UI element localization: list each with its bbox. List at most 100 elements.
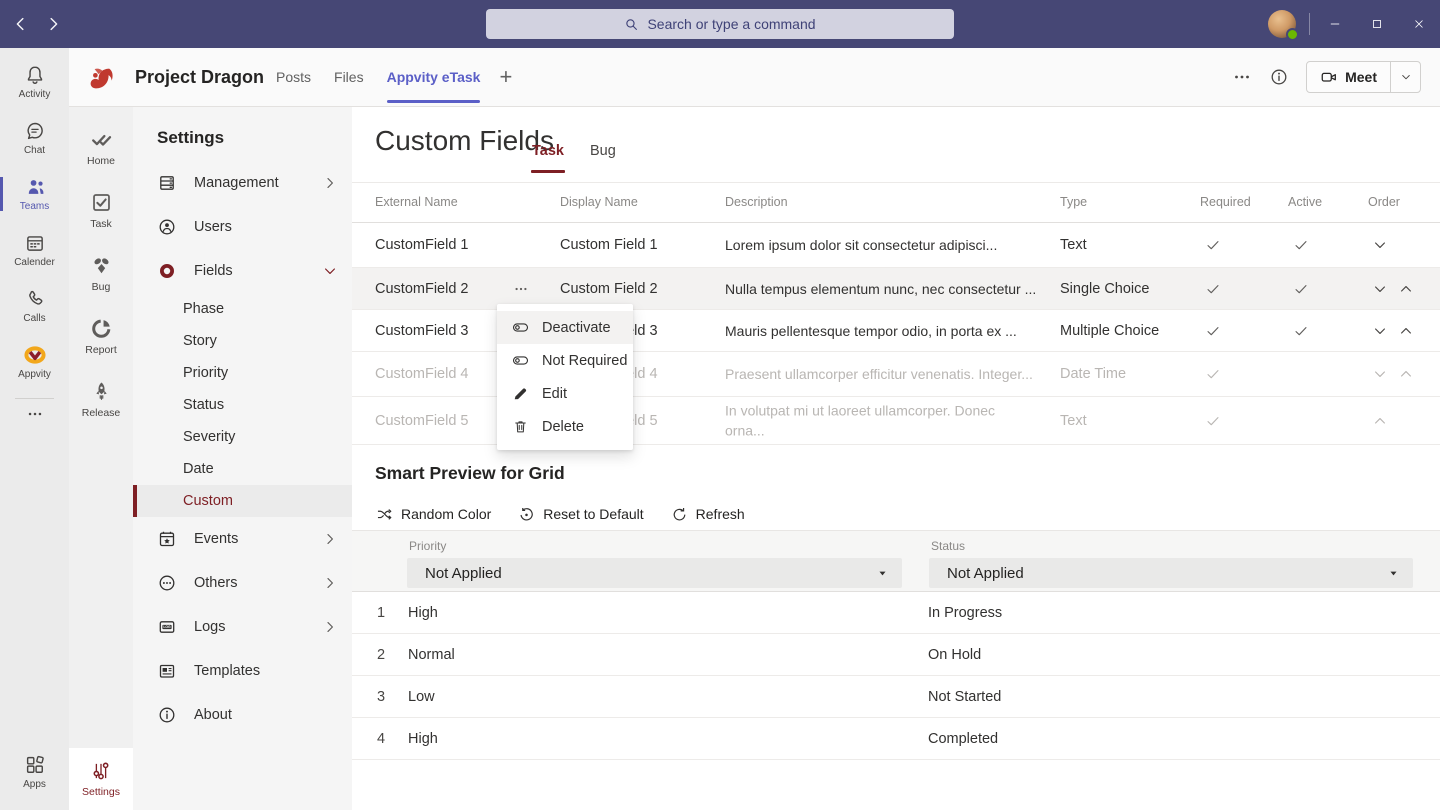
titlebar: Search or type a command <box>0 0 1440 48</box>
info-icon[interactable] <box>1269 67 1289 87</box>
refresh-button[interactable]: Refresh <box>671 506 745 523</box>
reset-to-default-button[interactable]: Reset to Default <box>518 506 643 523</box>
table-row[interactable]: CustomField 1Custom Field 1Lorem ipsum d… <box>352 223 1440 268</box>
settings-nav-subitem-status[interactable]: Status <box>133 389 352 421</box>
settings-nav-subitem-custom[interactable]: Custom <box>133 485 352 517</box>
order-up-icon[interactable] <box>1398 323 1414 339</box>
preview-row[interactable]: 1HighIn Progress <box>352 592 1440 634</box>
channel-tab-posts[interactable]: Posts <box>276 48 311 106</box>
left-rail-item-appvity[interactable]: Appvity <box>0 334 69 390</box>
cell-external-name: CustomField 5 <box>375 413 468 429</box>
cell-type: Multiple Choice <box>1060 323 1159 339</box>
preview-row[interactable]: 4HighCompleted <box>352 718 1440 760</box>
preview-row[interactable]: 3LowNot Started <box>352 676 1440 718</box>
filter-label: Priority <box>409 539 446 553</box>
order-down-icon[interactable] <box>1372 323 1388 339</box>
meet-button[interactable]: Meet <box>1306 61 1421 93</box>
app-rail-item-task[interactable]: Task <box>69 179 133 242</box>
chat-icon <box>24 120 46 142</box>
menu-item-deactivate[interactable]: Deactivate <box>497 311 633 344</box>
settings-nav-item-fields[interactable]: Fields <box>133 249 352 293</box>
settings-nav-subitem-phase[interactable]: Phase <box>133 293 352 325</box>
maximize-button[interactable] <box>1356 0 1398 48</box>
app-rail-item-report[interactable]: Report <box>69 305 133 368</box>
rail-divider <box>15 398 54 399</box>
settings-nav-item-templates[interactable]: Templates <box>133 649 352 693</box>
settings-nav-subitem-priority[interactable]: Priority <box>133 357 352 389</box>
app-rail-item-settings[interactable]: Settings <box>69 748 133 810</box>
minimize-button[interactable] <box>1314 0 1356 48</box>
settings-nav-label: About <box>194 707 232 723</box>
order-down-icon[interactable] <box>1372 366 1388 382</box>
channel-tab-appvity-etask[interactable]: Appvity eTask <box>387 48 481 106</box>
forward-icon[interactable] <box>44 15 62 33</box>
chevron-right-icon <box>322 619 338 635</box>
presence-status-dot <box>1286 28 1299 41</box>
app-rail-item-home[interactable]: Home <box>69 116 133 179</box>
preview-row[interactable]: 2NormalOn Hold <box>352 634 1440 676</box>
left-rail-item-calender[interactable]: Calender <box>0 222 69 278</box>
left-rail-item-activity[interactable]: Activity <box>0 54 69 110</box>
settings-nav-subitem-story[interactable]: Story <box>133 325 352 357</box>
menu-item-not-required[interactable]: Not Required <box>497 344 633 377</box>
settings-nav-item-others[interactable]: Others <box>133 561 352 605</box>
preview-status-value: On Hold <box>928 647 981 663</box>
add-tab-button[interactable]: + <box>499 64 512 90</box>
column-header-order: Order <box>1368 182 1400 223</box>
order-down-icon[interactable] <box>1372 281 1388 297</box>
left-rail-item-apps[interactable]: Apps <box>0 744 69 800</box>
filter-group-priority: Priority Not Applied <box>407 531 902 593</box>
back-icon[interactable] <box>12 15 30 33</box>
menu-item-label: Not Required <box>542 353 627 369</box>
avatar[interactable] <box>1268 10 1296 38</box>
close-button[interactable] <box>1398 0 1440 48</box>
cell-description: Praesent ullamcorper efficitur venenatis… <box>725 366 1033 382</box>
preview-row-number: 2 <box>377 647 385 663</box>
settings-nav-item-about[interactable]: About <box>133 693 352 737</box>
order-down-icon[interactable] <box>1372 237 1388 253</box>
left-rail-label: Calender <box>14 257 55 268</box>
app-rail-item-bug[interactable]: Bug <box>69 242 133 305</box>
settings-nav-label: Fields <box>194 263 233 279</box>
chevron-down-icon <box>322 263 338 279</box>
settings-nav-item-users[interactable]: Users <box>133 205 352 249</box>
bug-icon <box>90 254 113 277</box>
status-dropdown[interactable]: Not Applied <box>929 558 1413 588</box>
column-header-display-name: Display Name <box>560 182 638 223</box>
settings-nav-label: Events <box>194 531 238 547</box>
left-rail-item-chat[interactable]: Chat <box>0 110 69 166</box>
cell-description: In volutpat mi ut laoreet ullamcorper. D… <box>725 400 1025 441</box>
tab-task[interactable]: Task <box>531 129 565 173</box>
priority-dropdown[interactable]: Not Applied <box>407 558 902 588</box>
cell-type: Text <box>1060 413 1087 429</box>
tab-bug[interactable]: Bug <box>589 129 617 173</box>
random-color-button[interactable]: Random Color <box>376 506 491 523</box>
shuffle-icon <box>376 506 393 523</box>
apps-grid-icon <box>24 754 46 776</box>
settings-nav-item-management[interactable]: Management <box>133 161 352 205</box>
settings-nav-subitem-date[interactable]: Date <box>133 453 352 485</box>
dropdown-value: Not Applied <box>407 565 502 582</box>
search-input[interactable]: Search or type a command <box>486 9 954 39</box>
order-up-icon[interactable] <box>1398 281 1414 297</box>
order-up-icon[interactable] <box>1372 413 1388 429</box>
settings-nav-item-logs[interactable]: LOGLogs <box>133 605 352 649</box>
svg-text:LOG: LOG <box>163 625 171 629</box>
order-up-icon[interactable] <box>1398 366 1414 382</box>
meet-dropdown-button[interactable] <box>1390 62 1420 92</box>
left-rail-item-calls[interactable]: Calls <box>0 278 69 334</box>
rail-more-button[interactable] <box>0 401 69 427</box>
left-rail-item-teams[interactable]: Teams <box>0 166 69 222</box>
task-icon <box>90 191 113 214</box>
settings-nav-item-events[interactable]: Events <box>133 517 352 561</box>
settings-sliders-icon <box>90 760 112 782</box>
menu-item-delete[interactable]: Delete <box>497 410 633 443</box>
app-rail-label: Settings <box>82 786 120 798</box>
app-rail-item-release[interactable]: Release <box>69 368 133 431</box>
row-menu-trigger[interactable] <box>509 279 533 299</box>
channel-tab-files[interactable]: Files <box>334 48 364 106</box>
camera-icon <box>1320 68 1338 86</box>
settings-nav-subitem-severity[interactable]: Severity <box>133 421 352 453</box>
more-options-icon[interactable] <box>1232 67 1252 87</box>
menu-item-edit[interactable]: Edit <box>497 377 633 410</box>
